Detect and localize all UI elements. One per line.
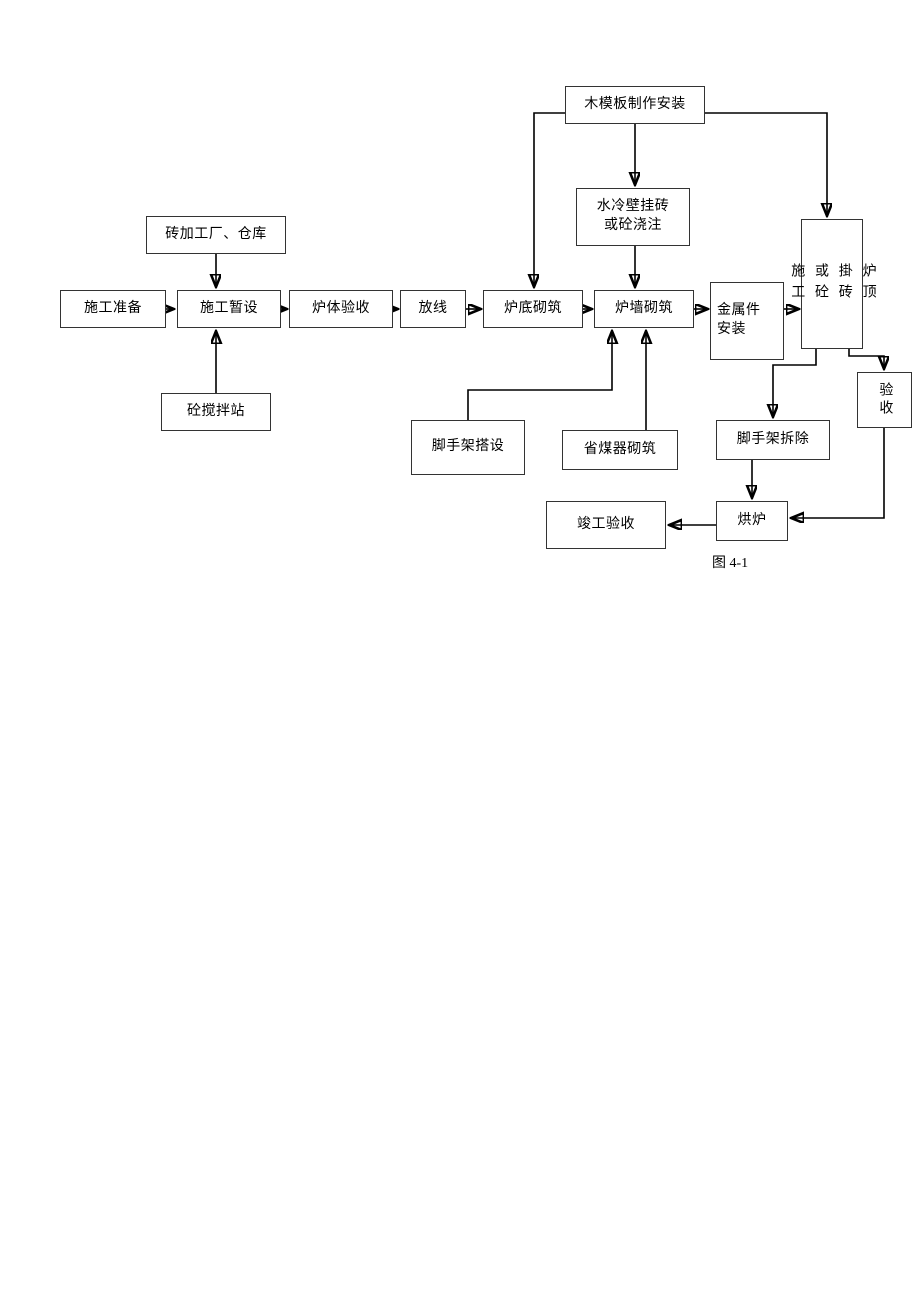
node-label: 施工准备: [84, 300, 142, 316]
flowchart-connectors: [0, 112, 920, 1302]
node-label: 砖加工厂、仓库: [165, 226, 267, 242]
node-label: 炉顶 掛砖 或砼 施工: [789, 263, 876, 305]
node-shuilengbi-guazhuan[interactable]: 水冷壁挂砖 或砼浇注: [576, 188, 690, 246]
node-jiaoshoujia-dashe[interactable]: 脚手架搭设: [411, 420, 525, 475]
edge-n11-n5: [534, 112, 565, 286]
node-shengmeiqi-qizhu[interactable]: 省煤器砌筑: [562, 430, 678, 470]
node-jiaoshoujia-chaichu[interactable]: 脚手架拆除: [716, 420, 830, 460]
node-label: 砼搅拌站: [187, 403, 245, 419]
node-shigong-zanshe[interactable]: 施工暂设: [177, 290, 281, 328]
node-label: 脚手架拆除: [736, 431, 810, 447]
node-label: 金属件 安装: [717, 303, 761, 337]
node-hun-jiaobanzhan[interactable]: 砼搅拌站: [161, 393, 271, 431]
edge-n13-n6: [467, 332, 612, 420]
node-label: 省煤器砌筑: [583, 441, 657, 457]
node-label: 烘炉: [737, 512, 767, 528]
node-shigong-zhunbei[interactable]: 施工准备: [60, 290, 166, 328]
edge-n8-n16: [848, 349, 884, 368]
node-luti-yanshou[interactable]: 炉体验收: [289, 290, 393, 328]
flowchart-diagram: 施工准备 施工暂设 炉体验收 放线 炉底砌筑 炉墙砌筑 金属件 安装 炉顶 掛砖…: [0, 0, 920, 1302]
node-junggong-yanshou[interactable]: 竣工验收: [546, 501, 666, 549]
node-label: 脚手架搭设: [431, 439, 505, 455]
node-label: 施工暂设: [200, 300, 258, 316]
node-yanshou[interactable]: 验收: [857, 372, 912, 428]
node-label: 炉底砌筑: [504, 300, 562, 316]
node-label: 竣工验收: [577, 516, 635, 532]
node-label: 木模板制作安装: [584, 96, 686, 112]
node-label: 验收: [877, 382, 893, 418]
figure-caption: 图 4-1: [712, 556, 749, 571]
node-mumuban-zhizuo-anzhuang[interactable]: 木模板制作安装: [565, 86, 705, 124]
node-label: 炉墙砌筑: [615, 300, 673, 316]
node-label: 炉体验收: [312, 300, 370, 316]
node-luqiang-qizhu[interactable]: 炉墙砌筑: [594, 290, 694, 328]
node-jinshujian-anzhuang[interactable]: 金属件 安装: [710, 282, 784, 360]
node-fangxian[interactable]: 放线: [400, 290, 466, 328]
node-label: 放线: [418, 300, 448, 316]
node-honglu[interactable]: 烘炉: [716, 501, 788, 541]
node-label: 水冷壁挂砖 或砼浇注: [596, 199, 670, 233]
edge-n11-n8: [705, 112, 827, 215]
node-luding-guazhuan-huotong-shigong[interactable]: 炉顶 掛砖 或砼 施工: [789, 219, 876, 349]
page-canvas: 施工准备 施工暂设 炉体验收 放线 炉底砌筑 炉墙砌筑 金属件 安装 炉顶 掛砖…: [0, 0, 920, 1302]
node-zhuanjiagongchang-cangku[interactable]: 砖加工厂、仓库: [146, 216, 286, 254]
node-ludi-qizhu[interactable]: 炉底砌筑: [483, 290, 583, 328]
